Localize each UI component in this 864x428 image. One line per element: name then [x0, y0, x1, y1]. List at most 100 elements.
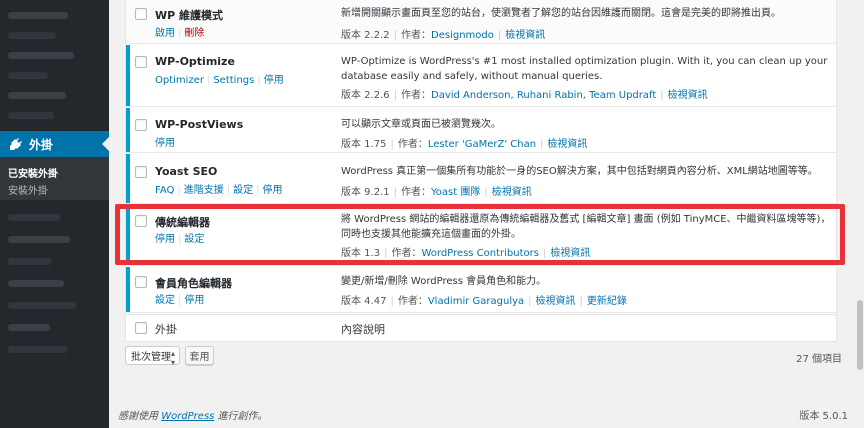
blurred-menu-item[interactable] [8, 92, 66, 99]
plugin-row-wp-optimize: WP-Optimize Optimizer | Settings | 停用 WP-Opt… [126, 45, 836, 107]
settings-link[interactable]: 設定 [155, 295, 175, 306]
plugin-meta: 版本 1.75 | 作者：Lester 'GaMerZ' Chan | 檢視資訊 [341, 139, 588, 150]
blurred-menu-item[interactable] [8, 258, 52, 265]
footer-version: 版本 5.0.1 [799, 411, 848, 422]
changelog-link[interactable]: 更新紀錄 [587, 296, 627, 307]
view-details-link[interactable]: 檢視資訊 [668, 90, 708, 101]
author-link[interactable]: Vladimir Garagulya [428, 296, 524, 307]
view-details-link[interactable]: 檢視資訊 [550, 248, 590, 259]
blurred-menu-item[interactable] [8, 32, 56, 39]
admin-sidebar: 外掛 已安裝外掛 安裝外掛 [0, 0, 109, 428]
page-scrollbar[interactable] [855, 0, 864, 428]
plugin-meta: 版本 2.2.2 | 作者：Designmodo | 檢視資訊 [341, 30, 546, 41]
plugin-version: 版本 2.2.2 [341, 30, 390, 41]
settings-link[interactable]: 設定 [233, 185, 253, 196]
plugin-version: 版本 9.2.1 [341, 187, 390, 198]
plugin-actions: 停用 | 設定 [155, 234, 205, 245]
plugin-name: WP 維護模式 [155, 9, 224, 22]
sidebar-item-plugins[interactable]: 外掛 [0, 131, 109, 157]
plugins-table: WP 維護模式 啟用 | 刪除 新增開關顯示畫面頁至您的站台，使瀏覽者了解您的站台因… [125, 0, 837, 342]
plugin-version: 版本 4.47 [341, 296, 387, 307]
column-header-plugin[interactable]: 外掛 [155, 321, 177, 337]
plugin-checkbox[interactable] [135, 8, 147, 20]
blurred-menu-item[interactable] [8, 214, 60, 221]
author-link[interactable]: David Anderson, Ruhani Rabin, Team Updra… [431, 90, 656, 101]
deactivate-link[interactable]: 停用 [263, 185, 283, 196]
scrollbar-thumb[interactable] [857, 300, 863, 370]
blurred-menu-item[interactable] [8, 52, 74, 59]
plugin-meta: 版本 2.2.6 | 作者：David Anderson, Ruhani Rabin… [341, 90, 708, 101]
plugin-checkbox[interactable] [135, 276, 147, 288]
plugin-description: 變更/新增/刪除 WordPress 會員角色和能力。 [341, 276, 547, 287]
view-details-link[interactable]: 檢視資訊 [505, 30, 545, 41]
plugin-description: 新增開關顯示畫面頁至您的站台，使瀏覽者了解您的站台因維護而關閉。這會是完美的即將… [341, 8, 781, 19]
deactivate-link[interactable]: 停用 [264, 75, 284, 86]
plugin-row-classic-editor: 傳統編輯器 停用 | 設定 將 WordPress 網站的編輯器還原為傳統編輯器及舊… [126, 205, 836, 266]
plugin-name: WP-PostViews [155, 118, 244, 131]
select-all-checkbox[interactable] [135, 322, 147, 334]
deactivate-link[interactable]: 停用 [184, 295, 204, 306]
deactivate-link[interactable]: 停用 [155, 234, 175, 245]
plugin-checkbox[interactable] [135, 215, 147, 227]
author-link[interactable]: Yoast 團隊 [431, 187, 480, 198]
table-footer-row: 外掛 內容說明 [126, 314, 836, 341]
item-count: 27 個項目 [796, 354, 842, 365]
plugin-description: WordPress 真正第一個集所有功能於一身的SEO解決方案，其中包括對網頁內… [341, 166, 818, 177]
bulk-action-select[interactable]: 批次管理 ▴ ▾ [125, 346, 180, 367]
submenu-installed-plugins[interactable]: 已安裝外掛 [8, 165, 58, 180]
settings-link[interactable]: 設定 [184, 234, 204, 245]
author-prefix: 作者： [401, 187, 431, 198]
plugin-actions: 設定 | 停用 [155, 295, 205, 306]
author-link[interactable]: Designmodo [431, 30, 494, 41]
plugin-description: 將 WordPress 網站的編輯器還原為傳統編輯器及舊式 [編輯文章] 畫面 … [341, 214, 831, 240]
submenu-add-plugin[interactable]: 安裝外掛 [8, 182, 48, 197]
author-link[interactable]: Lester 'GaMerZ' Chan [428, 139, 536, 150]
plugin-meta: 版本 4.47 | 作者：Vladimir Garagulya | 檢視資訊 | 更新紀錄 [341, 296, 627, 307]
plugin-icon [9, 137, 23, 151]
plugin-actions: 啟用 | 刪除 [155, 28, 205, 39]
delete-link[interactable]: 刪除 [184, 28, 204, 39]
blurred-menu-item[interactable] [8, 12, 68, 19]
faq-link[interactable]: FAQ [155, 185, 174, 196]
plugin-meta: 版本 9.2.1 | 作者：Yoast 團隊 | 檢視資訊 [341, 187, 532, 198]
plugin-description: 可以顯示文章或頁面已被瀏覽幾次。 [341, 119, 501, 130]
plugin-row-user-role-editor: 會員角色編輯器 設定 | 停用 變更/新增/刪除 WordPress 會員角色和能力… [126, 267, 836, 313]
author-prefix: 作者： [397, 139, 428, 150]
plugin-version: 版本 1.75 [341, 139, 387, 150]
bulk-action-selected: 批次管理 [131, 352, 171, 363]
plugin-meta: 版本 1.3 | 作者：WordPress Contributors | 檢視資訊 [341, 248, 591, 259]
view-details-link[interactable]: 檢視資訊 [492, 187, 532, 198]
sidebar-item-label: 外掛 [29, 137, 54, 152]
plugin-row-wp-postviews: WP-PostViews 停用 可以顯示文章或頁面已被瀏覽幾次。 版本 1.75… [126, 108, 836, 153]
author-prefix: 作者： [401, 30, 431, 41]
author-link[interactable]: WordPress Contributors [421, 248, 539, 259]
blurred-menu-item[interactable] [8, 280, 64, 287]
blurred-menu-item[interactable] [8, 324, 50, 331]
credit-prefix: 感謝使用 [118, 411, 162, 422]
deactivate-link[interactable]: 停用 [155, 138, 175, 149]
author-prefix: 作者： [391, 248, 422, 259]
settings-link[interactable]: Settings [213, 75, 254, 86]
activate-link[interactable]: 啟用 [155, 28, 175, 39]
plugin-actions: Optimizer | Settings | 停用 [155, 75, 284, 86]
view-details-link[interactable]: 檢視資訊 [536, 296, 576, 307]
wordpress-link[interactable]: WordPress [161, 411, 214, 422]
premium-support-link[interactable]: 進階支援 [184, 185, 224, 196]
view-details-link[interactable]: 檢視資訊 [547, 139, 587, 150]
blurred-menu-item[interactable] [8, 72, 48, 79]
plugin-name: 傳統編輯器 [155, 216, 210, 229]
plugin-row-wp-maintenance-mode: WP 維護模式 啟用 | 刪除 新增開關顯示畫面頁至您的站台，使瀏覽者了解您的站台因… [126, 0, 836, 44]
plugins-submenu: 已安裝外掛 安裝外掛 [0, 157, 109, 200]
blurred-menu-item[interactable] [8, 112, 54, 119]
blurred-menu-item[interactable] [8, 236, 70, 243]
plugin-checkbox[interactable] [135, 166, 147, 178]
credit-suffix: 進行創作。 [214, 411, 268, 422]
blurred-menu-item[interactable] [8, 346, 68, 353]
apply-button[interactable]: 套用 [185, 346, 214, 365]
plugin-checkbox[interactable] [135, 119, 147, 131]
plugin-checkbox[interactable] [135, 56, 147, 68]
plugin-version: 版本 1.3 [341, 248, 381, 259]
plugin-actions: 停用 [155, 134, 175, 149]
blurred-menu-item[interactable] [8, 302, 76, 309]
optimizer-link[interactable]: Optimizer [155, 75, 204, 86]
